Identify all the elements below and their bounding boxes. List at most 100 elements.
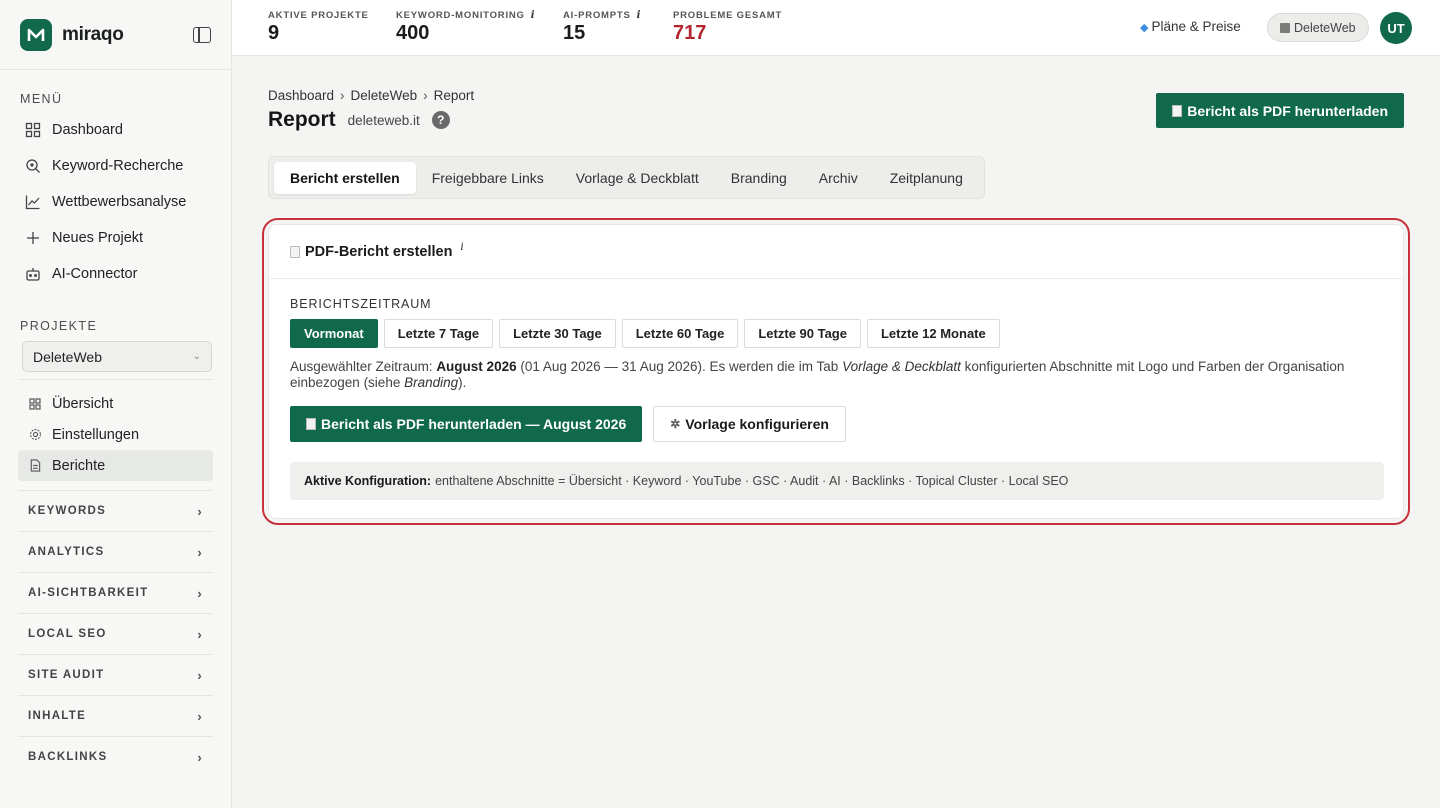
stat-label: AI-PROMPTS i <box>563 10 642 21</box>
pdf-report-card: PDF-Bericht erstellen i BERICHTSZEITRAUM… <box>268 224 1404 519</box>
nav-item-ai-connector[interactable]: AI-Connector <box>0 256 231 292</box>
active-configuration: Aktive Konfiguration: enthaltene Abschni… <box>290 462 1384 500</box>
branding-reference: Branding <box>404 375 459 390</box>
sidebar-group-keywords[interactable]: KEYWORDS › <box>18 490 213 531</box>
projects-section-label: PROJEKTE <box>20 319 98 333</box>
card-header: PDF-Bericht erstellen i <box>269 225 1403 279</box>
project-select-value: DeleteWeb <box>33 348 103 365</box>
tab-bar: Bericht erstellen Freigebbare Links Vorl… <box>268 156 985 199</box>
sidebar-item-berichte[interactable]: Berichte <box>18 450 213 481</box>
stat-label: AKTIVE PROJEKTE <box>268 10 369 21</box>
config-label: Aktive Konfiguration: <box>304 474 432 488</box>
main-content: Dashboard › DeleteWeb › Report Report de… <box>232 56 1440 808</box>
nav-item-keyword-recherche[interactable]: Keyword-Recherche <box>0 148 231 184</box>
nav-item-dashboard[interactable]: Dashboard <box>0 112 231 148</box>
period-last-30-days[interactable]: Letzte 30 Tage <box>499 319 616 348</box>
avatar[interactable]: UT <box>1380 12 1412 44</box>
document-icon <box>290 245 300 258</box>
breadcrumb-separator: › <box>423 88 428 103</box>
group-label: KEYWORDS <box>28 505 107 517</box>
period-last-12-months[interactable]: Letzte 12 Monate <box>866 319 1000 348</box>
stat-problems-total: PROBLEME GESAMT 717 <box>673 10 782 45</box>
stat-value: 717 <box>673 22 707 44</box>
plus-icon <box>24 229 42 247</box>
period-last-7-days[interactable]: Letzte 7 Tage <box>383 319 494 348</box>
config-value: enthaltene Abschnitte = Übersicht · Keyw… <box>435 474 1069 488</box>
configure-template-button[interactable]: ✲ Vorlage konfigurieren <box>653 406 846 442</box>
tab-bericht-erstellen[interactable]: Bericht erstellen <box>274 161 416 194</box>
stat-value: 9 <box>268 22 280 44</box>
chevron-right-icon: › <box>197 749 203 765</box>
info-icon[interactable]: i <box>637 10 642 21</box>
info-icon[interactable]: i <box>460 242 463 253</box>
stat-label: PROBLEME GESAMT <box>673 10 783 21</box>
building-icon <box>1280 22 1290 33</box>
tab-vorlage-deckblatt[interactable]: Vorlage & Deckblatt <box>560 162 715 194</box>
chevron-down-icon: ⌄ <box>192 351 201 362</box>
stat-active-projects: AKTIVE PROJEKTE 9 <box>268 10 369 45</box>
plans-pricing-link[interactable]: ◆ Pläne & Preise <box>1140 19 1241 34</box>
brand-name: miraqo <box>62 23 124 45</box>
title-row: Report deleteweb.it ? <box>268 108 450 132</box>
workspace-button[interactable]: DeleteWeb <box>1267 13 1369 42</box>
nav-item-label: Wettbewerbsanalyse <box>52 194 187 210</box>
grid-icon <box>24 121 42 139</box>
report-period-label: BERICHTSZEITRAUM <box>290 297 432 311</box>
breadcrumb-separator: › <box>340 88 345 103</box>
sidebar-item-label: Übersicht <box>52 395 114 412</box>
tab-archiv[interactable]: Archiv <box>803 162 874 194</box>
tab-zeitplanung[interactable]: Zeitplanung <box>874 162 979 194</box>
period-description: Ausgewählter Zeitraum: August 2026 (01 A… <box>290 359 1345 390</box>
sidebar-group-analytics[interactable]: ANALYTICS › <box>18 531 213 572</box>
gear-icon: ✲ <box>670 417 681 431</box>
nav-item-neues-projekt[interactable]: Neues Projekt <box>0 220 231 256</box>
logo-icon[interactable] <box>20 18 52 51</box>
breadcrumb: Dashboard › DeleteWeb › Report <box>268 88 474 103</box>
download-period-pdf-button[interactable]: Bericht als PDF herunterladen — August 2… <box>290 406 643 442</box>
period-vormonat[interactable]: Vormonat <box>290 319 378 348</box>
sidebar-item-uebersicht[interactable]: Übersicht <box>18 388 213 419</box>
period-last-90-days[interactable]: Letzte 90 Tage <box>744 319 861 348</box>
sidebar-item-label: Einstellungen <box>52 426 140 443</box>
group-label: AI-SICHTBARKEIT <box>28 587 149 599</box>
stat-label: KEYWORD-MONITORING i <box>396 10 536 21</box>
sidebar-group-site-audit[interactable]: SITE AUDIT › <box>18 654 213 695</box>
chevron-right-icon: › <box>197 503 203 519</box>
help-icon[interactable]: ? <box>431 111 450 129</box>
chevron-right-icon: › <box>197 544 203 560</box>
group-label: ANALYTICS <box>28 546 105 558</box>
chevron-right-icon: › <box>197 626 203 642</box>
breadcrumb-current: Report <box>433 88 475 103</box>
period-selector: Vormonat Letzte 7 Tage Letzte 30 Tage Le… <box>290 319 1000 348</box>
sidebar-item-einstellungen[interactable]: Einstellungen <box>18 419 213 450</box>
tab-branding[interactable]: Branding <box>715 162 803 194</box>
page-title: Report <box>268 108 336 131</box>
sidebar-group-local-seo[interactable]: LOCAL SEO › <box>18 613 213 654</box>
group-label: LOCAL SEO <box>28 628 107 640</box>
tab-reference: Vorlage & Deckblatt <box>842 359 961 374</box>
sidebar-toggle-icon[interactable] <box>193 26 211 43</box>
breadcrumb-project[interactable]: DeleteWeb <box>351 88 418 103</box>
stat-ai-prompts: AI-PROMPTS i 15 <box>563 10 641 45</box>
nav-item-wettbewerbsanalyse[interactable]: Wettbewerbsanalyse <box>0 184 231 220</box>
period-last-60-days[interactable]: Letzte 60 Tage <box>621 319 739 348</box>
download-pdf-button[interactable]: Bericht als PDF herunterladen <box>1156 93 1404 128</box>
stat-value: 400 <box>396 22 430 44</box>
top-bar: AKTIVE PROJEKTE 9 KEYWORD-MONITORING i 40… <box>232 0 1440 56</box>
document-icon <box>306 418 316 430</box>
nav-item-label: AI-Connector <box>52 266 138 282</box>
project-select[interactable]: DeleteWeb ⌄ <box>22 341 212 372</box>
diamond-icon: ◆ <box>1140 22 1149 34</box>
tab-freigebbare-links[interactable]: Freigebbare Links <box>416 162 560 194</box>
sidebar-group-backlinks[interactable]: BACKLINKS › <box>18 736 213 777</box>
card-title: PDF-Bericht erstellen <box>305 243 453 260</box>
breadcrumb-dashboard[interactable]: Dashboard <box>268 88 334 103</box>
menu-section-label: MENÜ <box>20 92 63 106</box>
nav-item-label: Dashboard <box>52 122 123 138</box>
nav-item-label: Keyword-Recherche <box>52 158 184 174</box>
sidebar-group-inhalte[interactable]: INHALTE › <box>18 695 213 736</box>
sidebar-group-ai-sichtbarkeit[interactable]: AI-SICHTBARKEIT › <box>18 572 213 613</box>
project-domain: deleteweb.it <box>347 112 420 128</box>
info-icon[interactable]: i <box>531 10 536 21</box>
selected-period: August 2026 <box>436 359 517 374</box>
